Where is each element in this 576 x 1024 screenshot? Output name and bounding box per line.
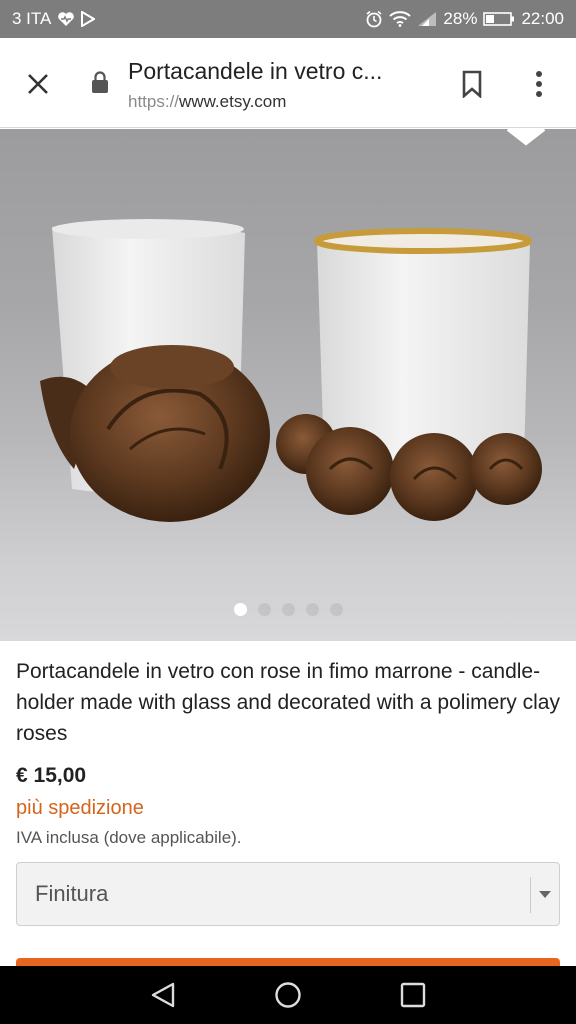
recents-square-icon bbox=[401, 982, 426, 1008]
back-triangle-icon bbox=[151, 982, 174, 1008]
page-title: Portacandele in vetro c... bbox=[128, 58, 383, 84]
gallery-dot[interactable] bbox=[233, 603, 247, 616]
gallery-pagination bbox=[0, 603, 576, 616]
vat-note: IVA inclusa (dove applicabile). bbox=[16, 828, 242, 847]
wifi-icon bbox=[389, 11, 412, 27]
lock-icon bbox=[90, 70, 110, 99]
gallery-dot[interactable] bbox=[257, 603, 271, 616]
shipping-link[interactable]: più spedizione bbox=[16, 797, 144, 820]
gallery-dot[interactable] bbox=[329, 603, 343, 616]
health-heart-icon bbox=[57, 11, 75, 27]
overflow-menu-button[interactable] bbox=[522, 64, 556, 104]
select-divider bbox=[530, 877, 531, 913]
close-tab-button[interactable] bbox=[18, 64, 58, 104]
clock: 22:00 bbox=[521, 9, 564, 28]
home-button[interactable] bbox=[268, 975, 308, 1015]
product-title: Portacandele in vetro con rose in fimo m… bbox=[16, 660, 560, 745]
dropdown-arrow-icon bbox=[539, 891, 551, 898]
gallery-dot[interactable] bbox=[305, 603, 319, 616]
url-display[interactable]: https://www.etsy.com bbox=[128, 92, 286, 112]
url-scheme: https:// bbox=[128, 92, 180, 111]
alarm-icon bbox=[365, 10, 383, 28]
battery-percent: 28% bbox=[443, 9, 478, 28]
bookmark-icon bbox=[462, 70, 482, 98]
product-image-gallery[interactable] bbox=[0, 129, 576, 641]
url-host: www.etsy.com bbox=[179, 92, 287, 111]
gallery-dot[interactable] bbox=[281, 603, 295, 616]
battery-icon bbox=[483, 11, 515, 27]
bookmark-button[interactable] bbox=[454, 64, 490, 104]
recents-button[interactable] bbox=[393, 975, 433, 1015]
close-icon bbox=[28, 74, 48, 94]
system-nav-bar bbox=[0, 966, 576, 1024]
more-vert-icon bbox=[536, 71, 542, 97]
browser-toolbar: Portacandele in vetro c... https://www.e… bbox=[0, 38, 576, 128]
finish-select[interactable]: Finitura bbox=[16, 862, 560, 926]
finish-select-value: Finitura bbox=[35, 881, 109, 906]
candle-holders-photo bbox=[40, 129, 546, 522]
product-price: € 15,00 bbox=[16, 764, 87, 787]
carrier-label: 3 ITA bbox=[12, 9, 52, 28]
play-store-icon bbox=[81, 11, 96, 27]
signal-icon bbox=[417, 11, 437, 27]
back-button[interactable] bbox=[143, 975, 183, 1015]
status-bar: 3 ITA 28% 22:00 bbox=[0, 0, 576, 38]
home-circle-icon bbox=[275, 982, 301, 1008]
